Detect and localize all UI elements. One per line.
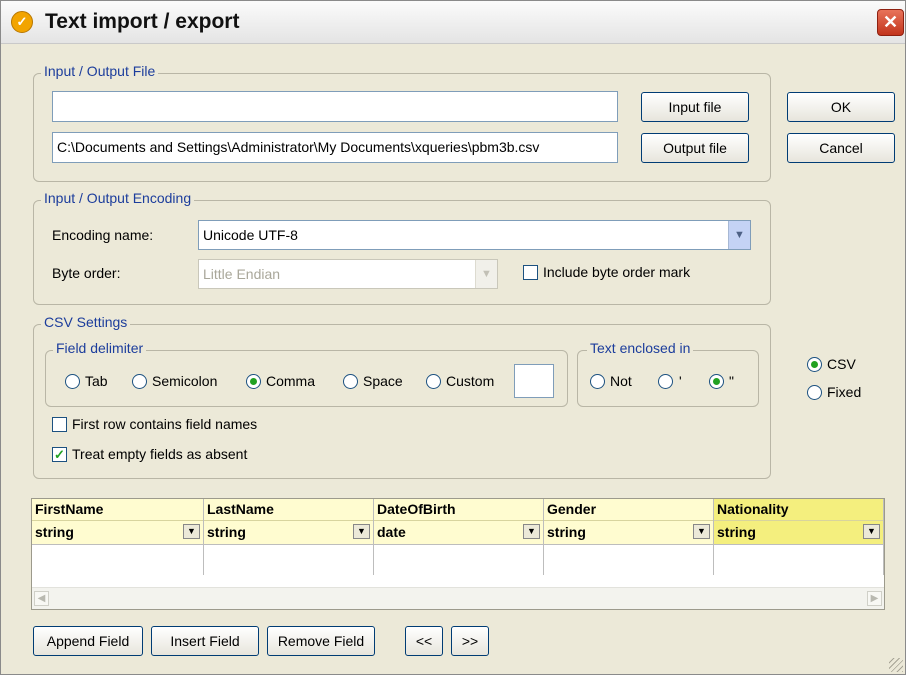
field-type-select[interactable]: string ▼ (714, 521, 883, 545)
field-column[interactable]: LastName string ▼ (204, 499, 374, 575)
append-field-button[interactable]: Append Field (33, 626, 143, 656)
field-type-value: date (377, 524, 406, 540)
cancel-button[interactable]: Cancel (787, 133, 895, 163)
app-icon: ✓ (11, 11, 33, 33)
include-bom-checkbox[interactable] (523, 265, 538, 280)
delimiter-custom-label: Custom (446, 373, 495, 389)
ok-button-label: OK (830, 99, 852, 115)
ok-button[interactable]: OK (787, 92, 895, 122)
text-import-export-dialog: ✓ Text import / export ✕ Input / Output … (0, 0, 906, 675)
dropdown-arrow-icon[interactable]: ▼ (863, 524, 880, 539)
field-type-select[interactable]: date ▼ (374, 521, 543, 545)
format-csv-label: CSV (827, 356, 856, 372)
delimiter-space-label: Space (363, 373, 403, 389)
custom-delimiter-input[interactable] (514, 364, 554, 398)
next-label: >> (461, 633, 479, 649)
byte-order-label: Byte order: (52, 265, 121, 281)
horizontal-scrollbar[interactable]: ◀ ▶ (32, 587, 884, 609)
input-file-button[interactable]: Input file (641, 92, 749, 122)
field-type-value: string (547, 524, 586, 540)
remove-field-button[interactable]: Remove Field (267, 626, 375, 656)
enclosed-not-radio[interactable] (590, 374, 605, 389)
treat-empty-absent-checkbox[interactable]: ✓ (52, 447, 67, 462)
cancel-button-label: Cancel (819, 140, 863, 156)
field-type-value: string (35, 524, 74, 540)
format-fixed-radio[interactable] (807, 385, 822, 400)
previous-button[interactable]: << (405, 626, 443, 656)
field-delimiter-legend: Field delimiter (53, 340, 147, 356)
field-type-select[interactable]: string ▼ (204, 521, 373, 545)
text-enclosed-legend: Text enclosed in (587, 340, 694, 356)
dropdown-arrow-icon[interactable]: ▼ (183, 524, 200, 539)
input-file-button-label: Input file (668, 99, 722, 115)
insert-field-label: Insert Field (170, 633, 240, 649)
chevron-down-icon: ▼ (475, 260, 497, 288)
chevron-down-icon[interactable]: ▼ (728, 221, 750, 249)
io-file-legend: Input / Output File (41, 63, 159, 79)
previous-label: << (415, 633, 433, 649)
field-type-value: string (717, 524, 756, 540)
delimiter-tab-radio[interactable] (65, 374, 80, 389)
field-name: DateOfBirth (374, 499, 543, 521)
field-name: Nationality (714, 499, 883, 521)
enclosed-not-label: Not (610, 373, 632, 389)
encoding-name-value: Unicode UTF-8 (203, 227, 298, 243)
delimiter-space-radio[interactable] (343, 374, 358, 389)
append-field-label: Append Field (46, 633, 130, 649)
output-file-button[interactable]: Output file (641, 133, 749, 163)
format-fixed-label: Fixed (827, 384, 862, 400)
field-column[interactable]: FirstName string ▼ (32, 499, 204, 575)
resize-grip-icon[interactable] (889, 658, 903, 672)
first-row-names-checkbox[interactable] (52, 417, 67, 432)
dropdown-arrow-icon[interactable]: ▼ (353, 524, 370, 539)
format-csv-radio[interactable] (807, 357, 822, 372)
delimiter-semicolon-label: Semicolon (152, 373, 218, 389)
encoding-name-combo[interactable]: Unicode UTF-8 ▼ (198, 220, 751, 250)
input-file-field[interactable] (52, 91, 618, 122)
field-column[interactable]: DateOfBirth date ▼ (374, 499, 544, 575)
remove-field-label: Remove Field (277, 633, 365, 649)
field-name: Gender (544, 499, 713, 521)
encoding-name-label: Encoding name: (52, 227, 154, 243)
close-button[interactable]: ✕ (877, 9, 904, 36)
io-file-group (33, 73, 771, 182)
encoding-group (33, 200, 771, 305)
field-grid: FirstName string ▼ LastName string ▼ DateO… (31, 498, 885, 610)
field-name: FirstName (32, 499, 203, 521)
window-title: Text import / export (45, 10, 240, 33)
byte-order-value: Little Endian (203, 266, 281, 282)
enclosed-single-quote-label: ' (679, 373, 682, 389)
enclosed-single-quote-radio[interactable] (658, 374, 673, 389)
delimiter-comma-radio[interactable] (246, 374, 261, 389)
field-type-select[interactable]: string ▼ (32, 521, 203, 545)
scroll-right-icon[interactable]: ▶ (867, 591, 882, 606)
dropdown-arrow-icon[interactable]: ▼ (693, 524, 710, 539)
delimiter-comma-label: Comma (266, 373, 316, 389)
scroll-left-icon[interactable]: ◀ (34, 591, 49, 606)
output-file-field[interactable]: C:\Documents and Settings\Administrator\… (52, 132, 618, 163)
treat-empty-absent-label: Treat empty fields as absent (72, 446, 248, 462)
field-column-selected[interactable]: Nationality string ▼ (714, 499, 884, 575)
include-bom-label: Include byte order mark (543, 264, 691, 280)
encoding-legend: Input / Output Encoding (41, 190, 195, 206)
next-button[interactable]: >> (451, 626, 489, 656)
delimiter-tab-label: Tab (85, 373, 108, 389)
field-type-value: string (207, 524, 246, 540)
enclosed-double-quote-radio[interactable] (709, 374, 724, 389)
field-name: LastName (204, 499, 373, 521)
enclosed-double-quote-label: " (729, 373, 734, 389)
field-type-select[interactable]: string ▼ (544, 521, 713, 545)
csv-settings-legend: CSV Settings (41, 314, 131, 330)
first-row-names-label: First row contains field names (72, 416, 258, 432)
byte-order-combo[interactable]: Little Endian ▼ (198, 259, 498, 289)
delimiter-custom-radio[interactable] (426, 374, 441, 389)
insert-field-button[interactable]: Insert Field (151, 626, 259, 656)
dropdown-arrow-icon[interactable]: ▼ (523, 524, 540, 539)
delimiter-semicolon-radio[interactable] (132, 374, 147, 389)
field-column[interactable]: Gender string ▼ (544, 499, 714, 575)
title-bar[interactable]: ✓ Text import / export ✕ (1, 1, 905, 44)
output-file-button-label: Output file (663, 140, 727, 156)
